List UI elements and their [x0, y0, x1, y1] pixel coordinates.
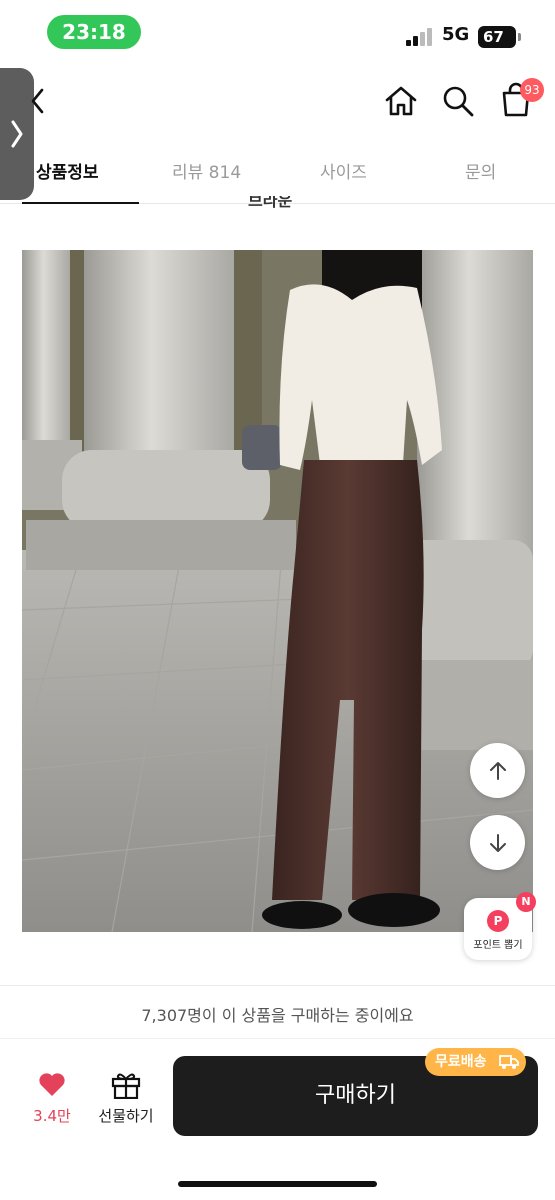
- search-icon[interactable]: [441, 84, 475, 118]
- product-image[interactable]: [22, 250, 533, 932]
- scroll-down-button[interactable]: [470, 815, 525, 870]
- like-button[interactable]: 3.4만: [22, 1071, 82, 1127]
- arrow-down-icon: [490, 834, 506, 852]
- divider: [0, 1038, 555, 1039]
- tab-reviews[interactable]: 리뷰 814: [172, 158, 241, 183]
- arrow-up-icon: [490, 762, 506, 780]
- scroll-up-button[interactable]: [470, 743, 525, 798]
- back-icon[interactable]: [28, 86, 48, 116]
- gift-icon: [111, 1073, 141, 1099]
- tab-product-info[interactable]: 상품정보: [36, 158, 99, 183]
- new-badge: N: [516, 892, 536, 912]
- point-icon: P: [487, 910, 509, 932]
- point-draw-button[interactable]: P N 포인트 뽑기: [464, 892, 536, 960]
- signal-icon: [406, 28, 434, 46]
- free-shipping-badge: 무료배송: [425, 1048, 526, 1076]
- active-tab-indicator: [22, 202, 139, 204]
- tab-size[interactable]: 사이즈: [320, 158, 367, 183]
- status-bar: 23:18 5G 67: [0, 0, 555, 64]
- network-type: 5G: [442, 24, 470, 45]
- tab-inquiry[interactable]: 문의: [465, 158, 496, 183]
- point-draw-label: 포인트 뽑기: [473, 940, 523, 951]
- top-nav: 93: [0, 64, 555, 138]
- truck-icon: [499, 1055, 519, 1069]
- free-shipping-label: 무료배송: [435, 1054, 487, 1070]
- purchase-bar: 7,307명이 이 상품을 구매하는 중이에요 3.4만 선물하기 구매하기 무…: [0, 985, 555, 1200]
- home-indicator: [178, 1181, 377, 1187]
- heart-icon: [39, 1073, 65, 1096]
- buyers-notice: 7,307명이 이 상품을 구매하는 중이에요: [141, 1006, 414, 1025]
- cart-count-badge: 93: [520, 78, 544, 102]
- partial-heading: 브라운: [248, 196, 293, 210]
- battery-icon: 67: [478, 26, 521, 48]
- home-icon[interactable]: [383, 84, 419, 118]
- like-count: 3.4만: [33, 1107, 71, 1125]
- gift-label: 선물하기: [98, 1107, 154, 1125]
- status-time: 23:18: [47, 15, 141, 49]
- gift-button[interactable]: 선물하기: [92, 1071, 160, 1127]
